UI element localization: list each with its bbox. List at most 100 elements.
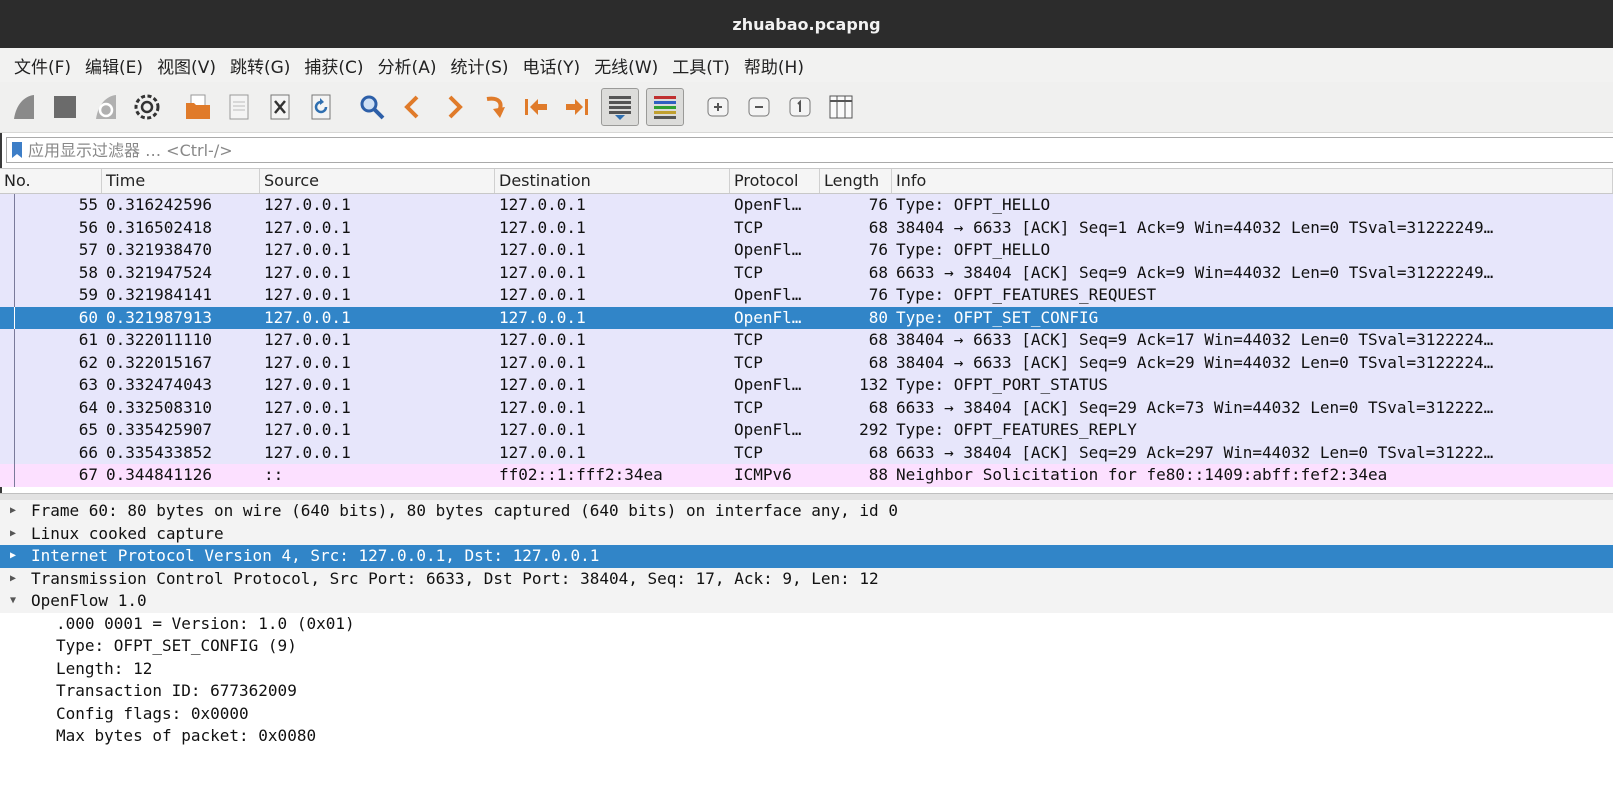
row-destination: 127.0.0.1 bbox=[499, 217, 586, 237]
zoom-normal-button[interactable] bbox=[783, 90, 817, 124]
table-row[interactable]: 61 0.322011110 127.0.0.1 127.0.0.1 TCP 68 3840… bbox=[0, 329, 1613, 352]
zoom-in-icon bbox=[707, 97, 729, 117]
row-source: 127.0.0.1 bbox=[264, 307, 351, 327]
menu-capture[interactable]: 捕获(C) bbox=[304, 51, 363, 80]
menu-view[interactable]: 视图(V) bbox=[157, 51, 216, 80]
go-last-packet-button[interactable] bbox=[560, 90, 594, 124]
column-header-destination[interactable]: Destination bbox=[495, 169, 730, 193]
packet-details[interactable]: ▶ Frame 60: 80 bytes on wire (640 bits), … bbox=[0, 500, 1613, 786]
table-row-selected[interactable]: 60 0.321987913 127.0.0.1 127.0.0.1 OpenFl… 80… bbox=[0, 306, 1613, 329]
row-source: 127.0.0.1 bbox=[264, 285, 351, 304]
detail-field-label: .000 0001 = Version: 1.0 (0x01) bbox=[56, 613, 355, 633]
table-row[interactable]: 56 0.316502418 127.0.0.1 127.0.0.1 TCP 68 3840… bbox=[0, 216, 1613, 239]
table-row[interactable]: 55 0.316242596 127.0.0.1 127.0.0.1 OpenFl… 76… bbox=[0, 194, 1613, 217]
detail-tree-subitem[interactable]: Max bytes of packet: 0x0080 bbox=[0, 725, 1613, 748]
table-row[interactable]: 58 0.321947524 127.0.0.1 127.0.0.1 TCP 68 6633… bbox=[0, 261, 1613, 284]
column-header-source[interactable]: Source bbox=[260, 169, 495, 193]
detail-field-label: Max bytes of packet: 0x0080 bbox=[56, 726, 317, 745]
table-row[interactable]: 67 0.344841126:: ff02::1:fff2:34ea ICMPv6 88… bbox=[0, 464, 1613, 487]
detail-tree-subitem[interactable]: .000 0001 = Version: 1.0 (0x01) bbox=[0, 613, 1613, 636]
row-info: Type: OFPT_FEATURES_REQUEST bbox=[896, 285, 1157, 304]
column-header-time[interactable]: Time bbox=[102, 169, 260, 193]
zoom-in-button[interactable] bbox=[701, 90, 735, 124]
row-length: 68 bbox=[868, 397, 888, 417]
open-file-button[interactable] bbox=[181, 90, 215, 124]
detail-tree-item[interactable]: ▶ Linux cooked capture bbox=[0, 522, 1613, 546]
go-to-packet-button[interactable] bbox=[478, 90, 512, 124]
table-row[interactable]: 57 0.321938470 127.0.0.1 127.0.0.1 OpenFl… 76… bbox=[0, 239, 1613, 262]
detail-tree-subitem[interactable]: Length: 12 bbox=[0, 658, 1613, 681]
expanded-triangle-icon[interactable]: ▼ bbox=[10, 590, 22, 613]
column-header-length[interactable]: Length bbox=[820, 169, 892, 193]
menu-file[interactable]: 文件(F) bbox=[14, 51, 71, 80]
collapsed-triangle-icon[interactable]: ▶ bbox=[10, 523, 22, 546]
row-length: 132 bbox=[859, 375, 888, 394]
detail-tree-label: Transmission Control Protocol, Src Port:… bbox=[31, 568, 879, 588]
menu-tools[interactable]: 工具(T) bbox=[672, 51, 730, 80]
capture-options-button[interactable] bbox=[130, 90, 164, 124]
table-row[interactable]: 66 0.335433852 127.0.0.1 127.0.0.1 TCP 68 6633… bbox=[0, 441, 1613, 464]
row-protocol: TCP bbox=[734, 397, 763, 417]
detail-tree-subitem[interactable]: Config flags: 0x0000 bbox=[0, 703, 1613, 726]
packet-list[interactable]: No. Time Source Destination Protocol Len… bbox=[0, 168, 1613, 494]
restart-capture-button[interactable] bbox=[89, 90, 123, 124]
bookmark-icon[interactable] bbox=[12, 142, 22, 158]
go-back-button[interactable] bbox=[396, 90, 430, 124]
go-first-packet-button[interactable] bbox=[519, 90, 553, 124]
row-source: 127.0.0.1 bbox=[264, 330, 351, 349]
packet-rows: 55 0.316242596 127.0.0.1 127.0.0.1 OpenFl… 76… bbox=[0, 194, 1613, 487]
resize-columns-button[interactable] bbox=[824, 90, 858, 124]
zoom-out-icon bbox=[748, 97, 770, 117]
detail-tree-subitem[interactable]: Transaction ID: 677362009 bbox=[0, 680, 1613, 703]
collapsed-triangle-icon[interactable]: ▶ bbox=[10, 568, 22, 591]
row-time: 0.321938470 bbox=[106, 240, 212, 259]
menu-edit[interactable]: 编辑(E) bbox=[85, 51, 143, 80]
detail-tree-subitem[interactable]: Type: OFPT_SET_CONFIG (9) bbox=[0, 635, 1613, 658]
go-first-packet-icon bbox=[525, 99, 547, 115]
go-forward-button[interactable] bbox=[437, 90, 471, 124]
row-destination: 127.0.0.1 bbox=[499, 285, 586, 304]
menu-telephony[interactable]: 电话(Y) bbox=[523, 51, 581, 80]
find-packet-button[interactable] bbox=[355, 90, 389, 124]
table-row[interactable]: 65 0.335425907 127.0.0.1 127.0.0.1 OpenFl… 29… bbox=[0, 419, 1613, 442]
save-file-button[interactable] bbox=[222, 90, 256, 124]
stop-capture-icon bbox=[54, 96, 76, 118]
row-time: 0.335433852 bbox=[106, 442, 212, 462]
start-capture-button[interactable] bbox=[7, 90, 41, 124]
restart-capture-icon bbox=[96, 95, 116, 119]
reload-file-button[interactable] bbox=[304, 90, 338, 124]
go-last-packet-icon bbox=[566, 99, 588, 115]
table-row[interactable]: 64 0.332508310 127.0.0.1 127.0.0.1 TCP 68 6633… bbox=[0, 396, 1613, 419]
row-time: 0.322011110 bbox=[106, 330, 212, 349]
display-filter-bar bbox=[6, 137, 1613, 163]
column-header-no[interactable]: No. bbox=[0, 169, 102, 193]
detail-tree-item[interactable]: ▶ Transmission Control Protocol, Src Port… bbox=[0, 567, 1613, 591]
detail-tree-label: Internet Protocol Version 4, Src: 127.0.… bbox=[31, 546, 600, 565]
row-source: 127.0.0.1 bbox=[264, 195, 351, 214]
close-file-button[interactable] bbox=[263, 90, 297, 124]
collapsed-triangle-icon[interactable]: ▶ bbox=[10, 500, 22, 523]
table-row[interactable]: 63 0.332474043 127.0.0.1 127.0.0.1 OpenFl… 13… bbox=[0, 374, 1613, 397]
resize-columns-icon bbox=[829, 95, 853, 119]
zoom-out-button[interactable] bbox=[742, 90, 776, 124]
table-row[interactable]: 59 0.321984141 127.0.0.1 127.0.0.1 OpenFl… 76… bbox=[0, 284, 1613, 307]
menu-go[interactable]: 跳转(G) bbox=[230, 51, 290, 80]
menu-wireless[interactable]: 无线(W) bbox=[594, 51, 658, 80]
auto-scroll-button[interactable] bbox=[601, 88, 639, 126]
column-header-info[interactable]: Info bbox=[892, 169, 1613, 193]
detail-tree-item[interactable]: ▶ Frame 60: 80 bytes on wire (640 bits), … bbox=[0, 500, 1613, 523]
column-header-protocol[interactable]: Protocol bbox=[730, 169, 820, 193]
menu-statistics[interactable]: 统计(S) bbox=[450, 51, 508, 80]
menu-help[interactable]: 帮助(H) bbox=[744, 51, 804, 80]
table-row[interactable]: 62 0.322015167 127.0.0.1 127.0.0.1 TCP 68 3840… bbox=[0, 351, 1613, 374]
colorize-button[interactable] bbox=[646, 88, 684, 126]
row-source: :: bbox=[264, 465, 284, 484]
display-filter-input[interactable] bbox=[28, 140, 1528, 160]
menu-analyze[interactable]: 分析(A) bbox=[378, 51, 437, 80]
detail-tree-item[interactable]: ▶ Internet Protocol Version 4, Src: 127.0… bbox=[0, 545, 1613, 568]
stop-capture-button[interactable] bbox=[48, 90, 82, 124]
collapsed-triangle-icon[interactable]: ▶ bbox=[10, 545, 22, 568]
detail-tree-item[interactable]: ▼ OpenFlow 1.0 bbox=[0, 590, 1613, 613]
row-length: 76 bbox=[868, 195, 888, 214]
row-info: 38404 → 6633 [ACK] Seq=9 Ack=29 Win=4403… bbox=[896, 352, 1494, 372]
